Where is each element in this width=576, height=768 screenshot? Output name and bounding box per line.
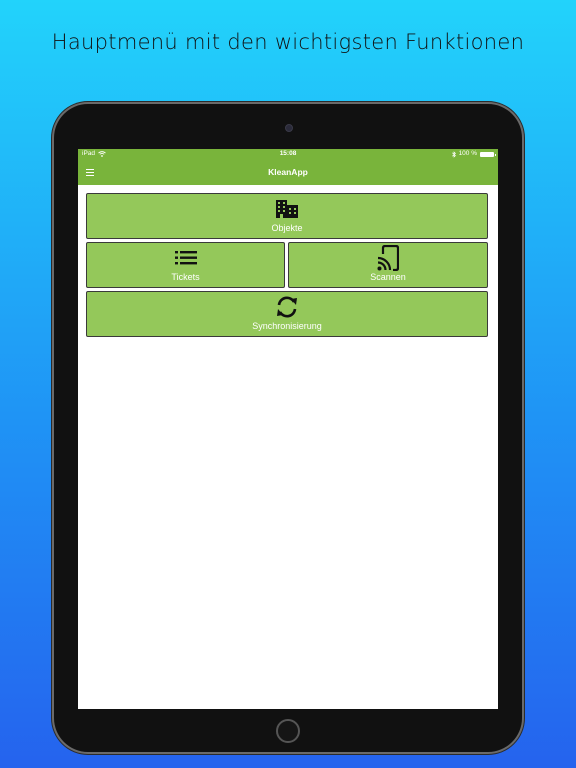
home-button[interactable] (276, 719, 300, 743)
battery-level (481, 152, 493, 156)
objekte-button[interactable]: Objekte (86, 193, 488, 239)
objekte-label: Objekte (271, 223, 303, 233)
building-icon (276, 200, 298, 218)
scannen-button[interactable]: Scannen (288, 242, 488, 288)
list-icon (174, 251, 197, 265)
synchronisierung-button[interactable]: Synchronisierung (86, 291, 488, 337)
app-screen: iPad 15:08 100 % KleanApp Objekte Ticket… (78, 149, 498, 709)
bluetooth-icon (451, 150, 456, 158)
scannen-label: Scannen (370, 272, 406, 282)
ipad-frame: iPad 15:08 100 % KleanApp Objekte Ticket… (54, 104, 522, 752)
nav-bar: KleanApp (78, 159, 498, 185)
app-title: KleanApp (268, 167, 308, 177)
battery-icon (480, 151, 496, 157)
status-time: 15:08 (279, 150, 297, 157)
battery-text: 100 % (458, 150, 477, 157)
sync-icon (277, 296, 297, 318)
promo-headline: Hauptmenü mit den wichtigsten Funktionen (51, 30, 525, 54)
synchronisierung-label: Synchronisierung (252, 321, 322, 331)
status-bar: iPad 15:08 100 % (78, 149, 498, 159)
status-right: 100 % (451, 149, 496, 159)
tickets-button[interactable]: Tickets (86, 242, 285, 288)
tickets-label: Tickets (171, 272, 200, 282)
cast-phone-icon (377, 245, 399, 271)
camera-icon (285, 124, 293, 132)
